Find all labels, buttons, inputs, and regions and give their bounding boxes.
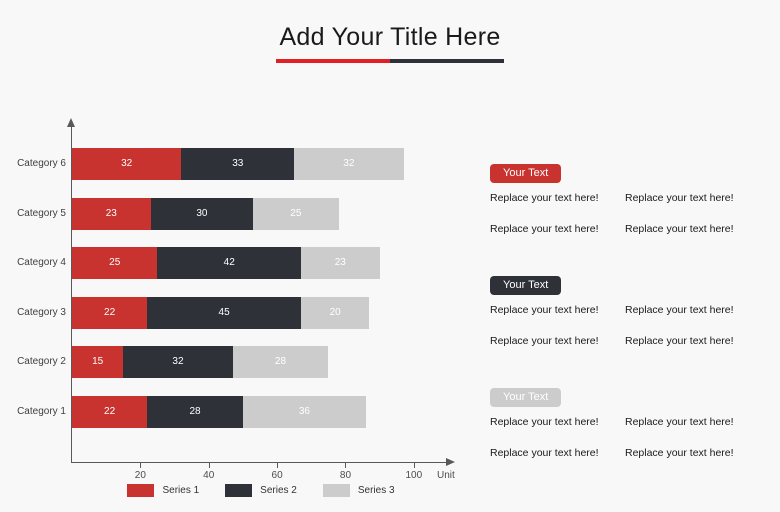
x-axis-tick-label: 40: [203, 470, 215, 481]
bar-segment: 23: [301, 247, 380, 279]
block-line: Replace your text here!: [625, 335, 734, 347]
block-line: Replace your text here!: [625, 223, 734, 235]
x-axis-tick: [140, 463, 142, 468]
title-block: Add Your Title Here: [0, 22, 780, 63]
text-block: Your Text Replace your text here! Replace …: [490, 163, 770, 235]
bar-row: Category 5 23 30 25: [17, 197, 339, 230]
bar-segment: 22: [72, 296, 148, 329]
legend-swatch-icon: [225, 484, 253, 497]
bar-row: Category 6 32 33 32: [17, 148, 404, 180]
x-axis-tick-label: 20: [134, 470, 146, 481]
category-label: Category 5: [17, 207, 66, 219]
legend-item[interactable]: Series 3: [322, 484, 395, 497]
block-lines: Replace your text here! Replace your text…: [490, 192, 770, 235]
x-axis-arrow-icon: [446, 458, 455, 466]
x-axis-tick: [277, 463, 279, 468]
legend-label: Series 3: [357, 485, 395, 496]
bar-segment: 33: [181, 148, 295, 180]
bar-segment: 20: [301, 296, 370, 329]
block-line: Replace your text here!: [625, 304, 734, 316]
block-line: Replace your text here!: [490, 223, 599, 235]
category-label: Category 3: [17, 306, 66, 318]
bar-segment: 28: [147, 395, 243, 428]
bar-segment: 30: [150, 197, 254, 230]
bar-segment: 28: [232, 346, 329, 378]
block-line: Replace your text here!: [490, 304, 599, 316]
block-line: Replace your text here!: [625, 447, 734, 459]
y-axis-arrow-icon: [67, 118, 75, 127]
bar-segment: 42: [157, 247, 302, 279]
block-badge[interactable]: Your Text: [490, 388, 562, 407]
category-label: Category 2: [17, 356, 66, 367]
legend-item[interactable]: Series 2: [225, 484, 297, 497]
legend-label: Series 1: [162, 485, 200, 496]
x-axis-tick-label: 80: [339, 470, 352, 481]
x-axis-tick: [345, 463, 347, 468]
block-line: Replace your text here!: [490, 447, 599, 459]
bar-segment: 22: [72, 395, 148, 428]
x-axis-tick-label: 100: [405, 470, 423, 481]
bar-segment: 32: [72, 148, 182, 180]
legend-swatch-icon: [322, 484, 350, 497]
bar-row: Category 4 25 42 23: [17, 247, 380, 279]
bar-row: Category 1 22 28 36: [17, 395, 366, 428]
bar-row: Category 3 22 45 20: [17, 296, 370, 329]
page-title: Add Your Title Here: [279, 23, 501, 51]
category-label: Category 4: [17, 257, 66, 268]
bar-row: Category 2 15 32 28: [17, 346, 329, 378]
block-line: Replace your text here!: [490, 335, 599, 347]
x-axis-tick: [208, 463, 210, 468]
stacked-bar-chart: 20 40 60 80 100 Unit Category 6 32 33 32 Categor…: [0, 118, 470, 498]
block-line: Replace your text here!: [490, 416, 599, 428]
text-block: Your Text Replace your text here! Replace …: [490, 275, 770, 347]
title-underline-left: [276, 59, 390, 63]
legend-swatch-icon: [127, 484, 155, 497]
title-underline: [276, 59, 504, 63]
block-lines: Replace your text here! Replace your text…: [490, 304, 770, 347]
bar-segment: 25: [72, 247, 158, 279]
x-axis-line: [71, 462, 447, 463]
block-line: Replace your text here!: [625, 416, 734, 428]
x-axis-unit-label: Unit: [437, 470, 455, 481]
x-axis-tick-label: 60: [271, 470, 283, 481]
bar-segment: 32: [123, 346, 233, 378]
bar-segment: 25: [253, 197, 339, 230]
block-badge[interactable]: Your Text: [490, 164, 562, 183]
category-label: Category 1: [17, 405, 66, 417]
legend-item[interactable]: Series 1: [127, 484, 199, 497]
bar-segment: 32: [294, 148, 404, 180]
block-line: Replace your text here!: [490, 192, 599, 204]
legend-label: Series 2: [260, 485, 297, 496]
block-lines: Replace your text here! Replace your text…: [490, 416, 770, 459]
chart-legend: Series 1 Series 2 Series 3: [72, 484, 450, 497]
block-line: Replace your text here!: [625, 192, 734, 204]
title-underline-right: [390, 59, 504, 63]
text-block: Your Text Replace your text here! Replace …: [490, 387, 770, 459]
bar-segment: 15: [72, 346, 124, 378]
text-panel: Your Text Replace your text here! Replace …: [490, 163, 770, 459]
x-axis-tick: [413, 463, 415, 468]
bar-segment: 45: [147, 296, 301, 329]
category-label: Category 6: [17, 158, 66, 169]
block-badge[interactable]: Your Text: [490, 276, 562, 295]
bar-segment: 23: [72, 197, 151, 230]
bar-segment: 36: [242, 395, 366, 428]
